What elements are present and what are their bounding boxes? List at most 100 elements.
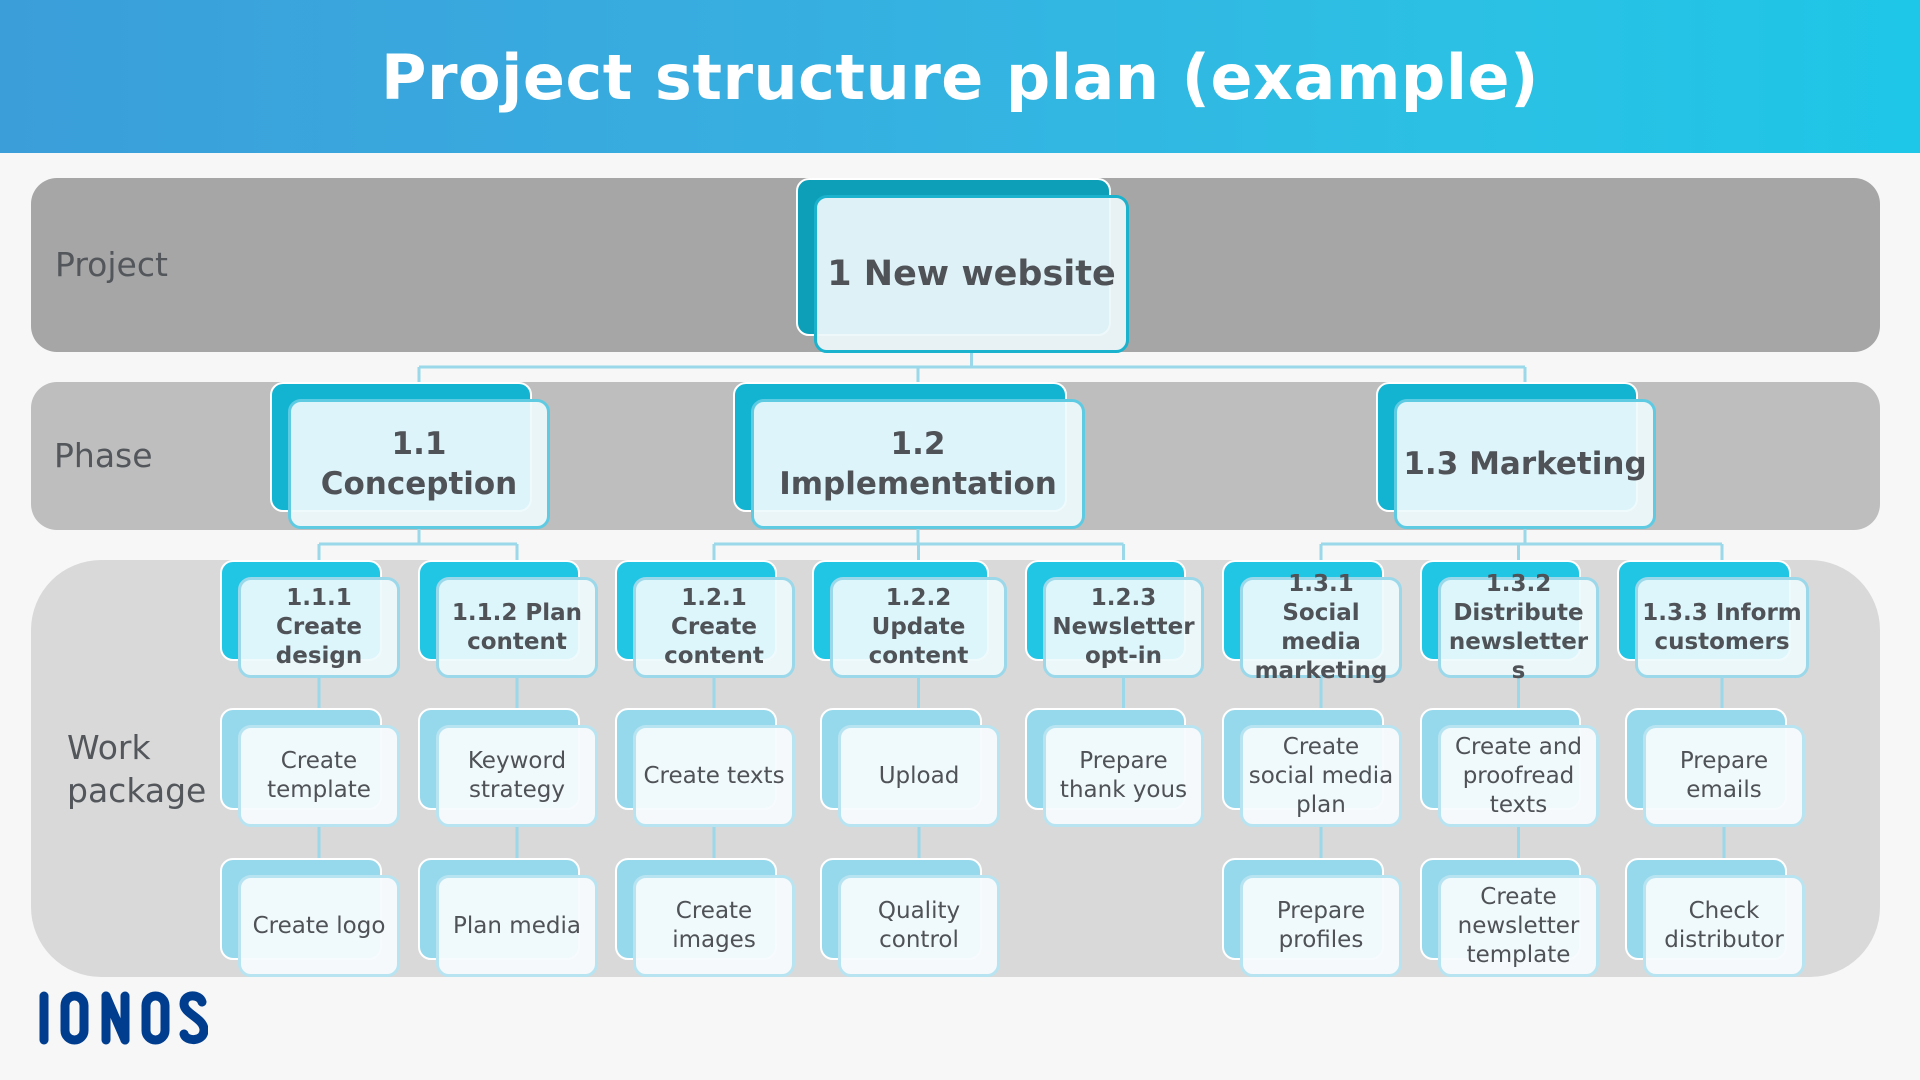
task-1-1-2-1-card: Keyword strategy [436,725,598,827]
label-line: media [1281,628,1361,655]
task-1-3-3-1-card: Prepare emails [1643,725,1805,827]
task-1-1-2-2-label: Plan media [453,912,581,941]
label-line: Create [1480,883,1557,910]
work-package-label-line1: Work [67,728,151,767]
label-line: 1.1 [391,426,447,462]
work-package-level-label: Work package [67,726,206,812]
phase-level-label: Phase [54,436,153,475]
phase-node-1-1-card: 1.1 Conception [288,399,550,529]
work-package-1-3-1-label: 1.3.1 Social media marketing [1247,570,1395,686]
label-line: proofread [1462,762,1575,789]
task-1-2-1-2-card: Create images [633,875,795,977]
work-package-label-line2: package [67,771,207,810]
work-package-1-3-1-card: 1.3.1 Social media marketing [1240,571,1402,684]
task-1-2-2-1-label: Upload [879,762,960,791]
task-1-3-3-2-label: Check distributor [1664,897,1784,955]
label-line: thank yous [1059,777,1188,803]
task-1-2-1-1-card: Create texts [633,725,795,827]
task-1-3-1-2-card: Prepare profiles [1240,875,1402,977]
label-line: Create and [1454,733,1582,760]
label-line: newsletter [1457,912,1580,939]
label-line: social media [1248,762,1394,789]
label-line: Implementation [779,466,1057,502]
label-line: Create [1282,733,1360,760]
label-line: profiles [1278,927,1364,953]
header-banner: Project structure plan (example) [0,0,1920,153]
work-package-1-3-2-card: 1.3.2 Distribute newsletter s [1438,571,1599,684]
label-line: 1.2 [890,426,946,462]
label-line: Prepare [1679,748,1769,774]
work-package-1-2-2-label: 1.2.2 Update content [837,584,1000,671]
phase-node-1-3-label: 1.3 Marketing [1403,444,1646,484]
label-line: control [879,927,959,953]
label-line: content [868,643,969,669]
label-line: Create texts [643,762,785,789]
label-line: marketing [1254,657,1388,684]
work-package-1-2-1-label: 1.2.1 Create content [640,584,788,671]
phase-node-1-2-label: 1.2 Implementation [779,424,1057,504]
task-1-1-1-2-label: Create logo [253,912,386,941]
task-1-1-2-2-card: Plan media [436,875,598,977]
label-line: images [672,927,756,953]
task-1-1-2-1-label: Keyword strategy [468,747,566,805]
work-package-1-1-2-label: 1.1.2 Plan content [452,599,582,657]
label-line: emails [1686,777,1762,803]
task-1-3-1-2-label: Prepare profiles [1277,897,1365,955]
work-package-1-1-2-card: 1.1.2 Plan content [436,577,598,678]
label-line: customers [1654,628,1790,655]
task-1-3-2-2-card: Create newsletter template [1438,875,1599,977]
page-title: Project structure plan (example) [381,41,1539,114]
work-package-1-3-3-card: 1.3.3 Inform customers [1635,577,1809,678]
label-line: Conception [320,466,518,502]
label-line: Newsletter [1052,614,1195,640]
label-line: 1.3 Marketing [1403,446,1647,482]
label-line: Create [675,898,753,924]
project-level-label: Project [55,245,168,284]
label-line: 1.3.3 Inform [1642,599,1802,626]
phase-node-1-2-card: 1.2 Implementation [751,399,1085,529]
ionos-logo: IONOS [38,990,208,1045]
work-package-1-3-3-label: 1.3.3 Inform customers [1642,599,1802,657]
work-package-1-2-1-card: 1.2.1 Create content [633,577,795,678]
label-line: Plan media [453,912,581,939]
label-line: template [1466,941,1571,968]
label-line: 1.2.2 Update [871,585,966,640]
work-package-1-2-2-card: 1.2.2 Update content [830,577,1007,678]
label-line: Quality [877,898,961,924]
label-line: s [1511,657,1526,684]
label-line: Prepare [1079,748,1168,774]
label-line: Prepare [1276,898,1366,924]
project-node-label: 1 New website [827,254,1116,294]
work-package-1-2-3-label: 1.2.3 Newsletter opt-in [1052,584,1194,671]
label-line: texts [1489,791,1548,818]
task-1-2-3-1-card: Prepare thank yous [1043,725,1204,827]
work-package-1-3-2-label: 1.3.2 Distribute newsletter s [1449,570,1588,686]
label-line: template [267,777,371,803]
label-line: Keyword [467,748,567,774]
task-1-2-1-2-label: Create images [672,897,756,955]
label-line: 1.1.2 Plan [451,599,583,626]
label-line: 1.2.1 Create [671,585,757,640]
task-1-2-2-2-label: Quality control [878,897,960,955]
label-line: 1.1.1 Create [276,585,362,640]
task-1-2-1-1-label: Create texts [643,762,784,791]
label-line: 1.3.2 [1485,570,1552,597]
task-1-2-3-1-label: Prepare thank yous [1060,747,1187,805]
label-line: Upload [878,762,960,789]
label-line: strategy [469,777,565,803]
task-1-1-1-1-label: Create template [267,747,371,805]
work-package-1-1-1-label: 1.1.1 Create design [245,584,393,671]
task-1-3-3-2-card: Check distributor [1643,875,1805,977]
task-1-3-1-1-card: Create social media plan [1240,725,1402,827]
label-line: content [467,628,567,655]
task-1-3-2-1-label: Create and proofread texts [1455,733,1582,820]
logo-text: IONOS [38,990,42,991]
label-line: opt-in [1084,643,1163,669]
task-1-1-1-1-card: Create template [238,725,400,827]
label-line: plan [1296,791,1346,818]
phase-node-1-1-label: 1.1 Conception [321,424,518,504]
label-line: Create logo [252,912,386,939]
work-package-1-2-3-card: 1.2.3 Newsletter opt-in [1043,577,1204,678]
task-1-3-2-1-card: Create and proofread texts [1438,725,1599,827]
task-1-1-1-2-card: Create logo [238,875,400,977]
